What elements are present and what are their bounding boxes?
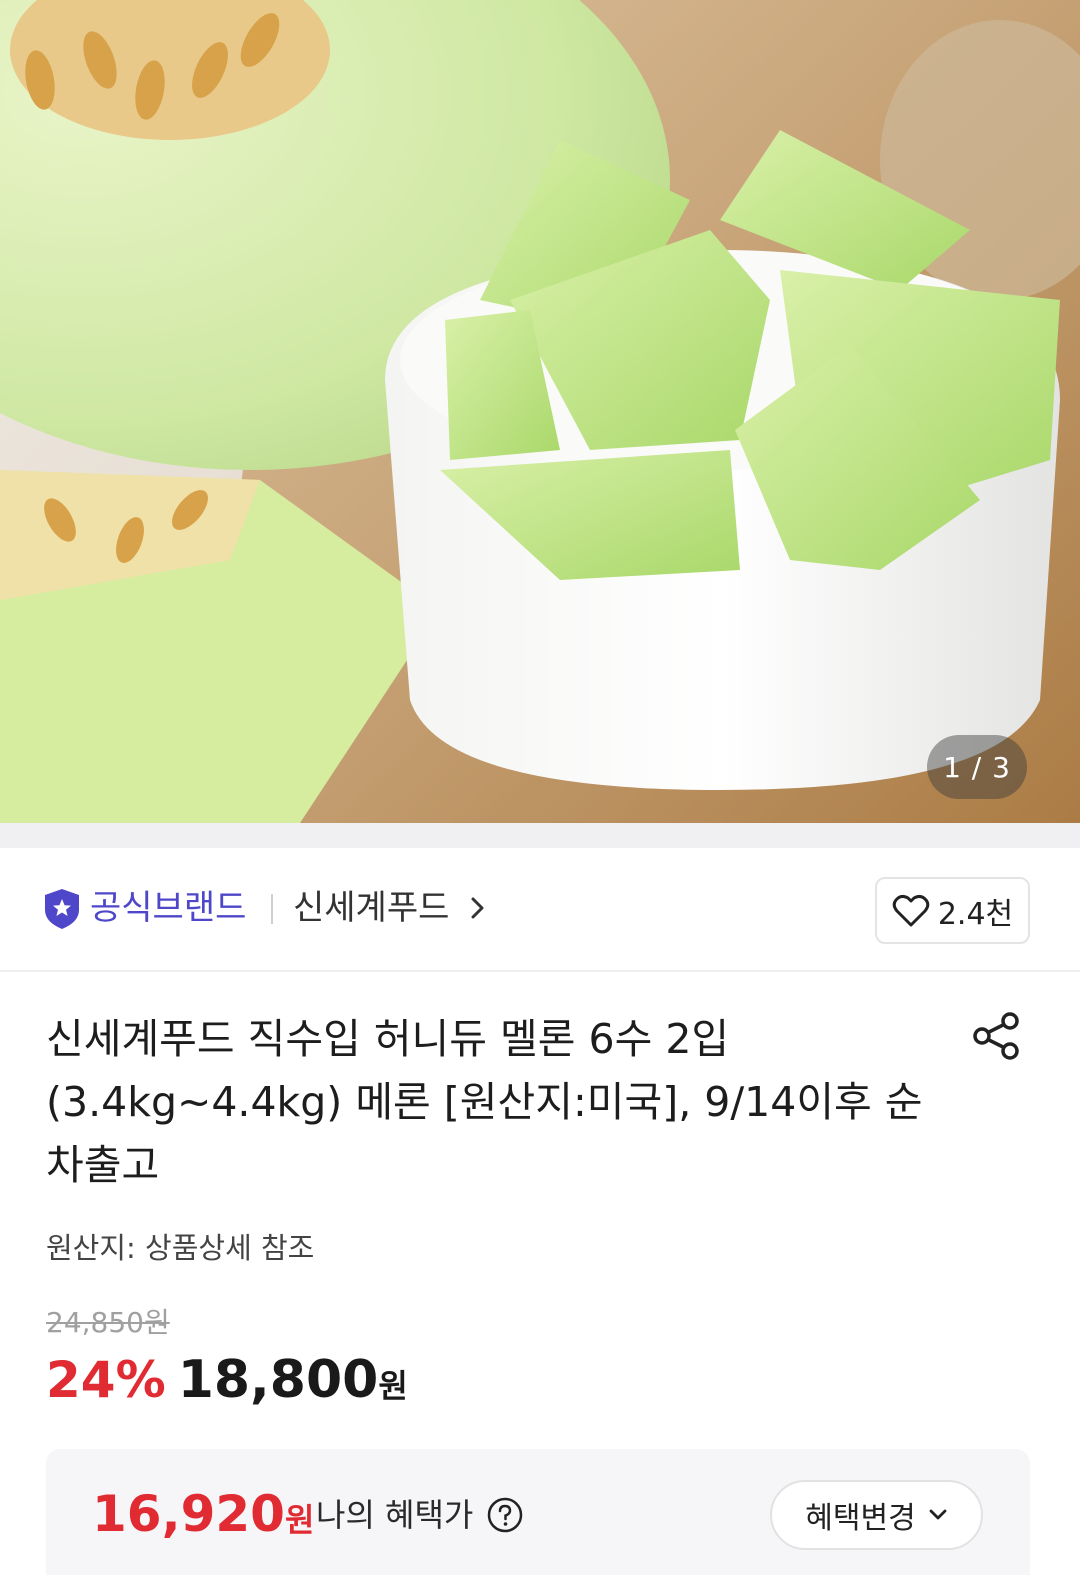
original-price: 24,850원 [46,1306,170,1339]
product-image [0,0,1080,823]
like-button[interactable]: 2.4천 [875,877,1030,944]
benefit-amount: 16,920 [92,1485,285,1543]
benefit-price-box: 16,920 원 나의 혜택가 혜택변경 [46,1449,1030,1575]
question-circle-icon[interactable] [486,1496,524,1534]
benefit-unit: 원 [284,1501,315,1539]
benefit-change-button[interactable]: 혜택변경 [770,1480,983,1550]
benefit-change-label: 혜택변경 [805,1501,916,1536]
like-count: 2.4천 [937,896,1014,932]
sale-price-unit: 원 [378,1367,408,1405]
share-icon[interactable] [970,1010,1022,1062]
product-title: 신세계푸드 직수입 허니듀 멜론 6수 2입 (3.4kg~4.4kg) 메론 … [46,1015,923,1189]
sale-price: 18,800 [177,1350,379,1410]
official-brand-badge-icon [45,889,79,929]
section-divider [0,823,1080,848]
price-row: 24% 18,800 원 [46,1350,408,1414]
image-page-counter: 1 / 3 [927,735,1027,799]
chevron-right-icon[interactable] [469,896,487,920]
brand-separator [271,894,273,924]
official-brand-label[interactable]: 공식브랜드 [90,886,246,930]
chevron-down-icon [929,1509,947,1520]
benefit-label: 나의 혜택가 [316,1496,474,1534]
brand-row: 공식브랜드 신세계푸드 2.4천 [0,848,1080,972]
product-image-gallery[interactable]: 1 / 3 [0,0,1080,823]
brand-name-link[interactable]: 신세계푸드 [293,886,449,930]
discount-rate: 24% [46,1351,166,1409]
heart-icon [892,894,930,926]
origin-info: 원산지: 상품상세 참조 [46,1231,315,1265]
benefit-price: 16,920 원 [92,1485,314,1543]
